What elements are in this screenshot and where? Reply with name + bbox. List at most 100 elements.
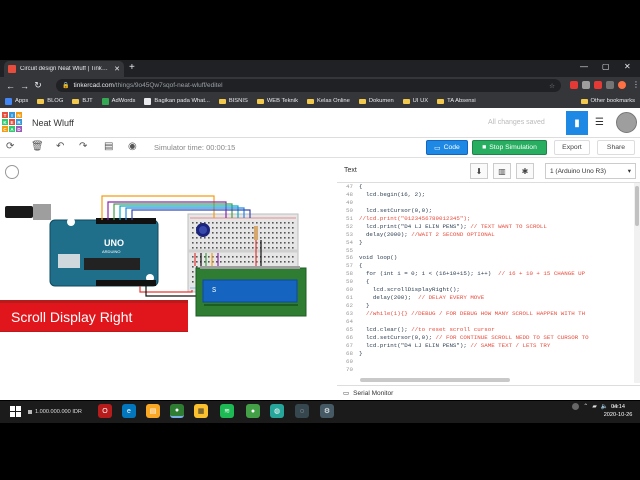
code-line[interactable]: lcd.print("D4 LJ ELIN PENS"); // SAME TE… <box>359 342 634 350</box>
debugger-bug-icon[interactable]: ✱ <box>516 163 534 179</box>
stop-simulation-button[interactable]: ■ Stop Simulation <box>472 140 547 155</box>
app-icon-messenger[interactable]: ◍ <box>270 404 284 418</box>
extension-icon[interactable] <box>594 81 602 89</box>
code-line[interactable]: void loop() <box>359 254 634 262</box>
new-tab-icon[interactable]: + <box>129 62 135 74</box>
code-line[interactable]: lcd.clear(); //to reset scroll cursor <box>359 326 634 334</box>
line-number: 50 <box>346 206 353 214</box>
redo-icon[interactable]: ↷ <box>79 141 87 152</box>
project-name[interactable]: Neat Wluff <box>32 118 74 128</box>
code-line[interactable]: lcd.setCursor(0,0); <box>359 207 634 215</box>
bookmark-item[interactable]: Kelas Online <box>306 98 350 104</box>
currency-ticker[interactable]: 1.000.000.000 IDR <box>28 405 92 418</box>
code-horizontal-scrollbar[interactable] <box>360 378 510 382</box>
lcd-display[interactable]: S <box>195 266 307 317</box>
tray-icon[interactable] <box>572 403 580 410</box>
forward-icon[interactable]: → <box>20 81 29 91</box>
app-icon-spotify[interactable]: ≋ <box>220 404 234 418</box>
code-line[interactable]: } <box>359 350 634 358</box>
code-line[interactable] <box>359 318 634 326</box>
browser-tab[interactable]: Circuit design Neat Wluff | Tinkercad ✕ <box>4 61 124 77</box>
code-line[interactable]: delay(200); // DELAY EVERY MOVE <box>359 294 634 302</box>
code-line[interactable]: //lcd.print("0123456789012345"); <box>359 215 634 223</box>
code-line[interactable]: lcd.print("D4 LJ ELIN PENS"); // TEXT WA… <box>359 223 634 231</box>
bookmark-item[interactable]: Apps <box>5 97 28 105</box>
close-window-icon[interactable]: ✕ <box>624 62 631 71</box>
code-line[interactable]: lcd.begin(16, 2); <box>359 191 634 199</box>
app-icon-chrome-profile[interactable]: ● <box>246 404 260 418</box>
avatar[interactable] <box>616 112 637 133</box>
code-line[interactable]: lcd.scrollDisplayRight(); <box>359 286 634 294</box>
code-line[interactable]: for (int i = 0; i < (16+10+15); i++) // … <box>359 270 634 278</box>
code-line[interactable]: delay(2000); //WAIT 2 SECOND OPTIONAL <box>359 231 634 239</box>
app-icon-chrome[interactable]: ● <box>170 404 184 418</box>
notes-icon[interactable]: ▤ <box>104 141 113 152</box>
extension-icon[interactable] <box>606 81 614 89</box>
code-button[interactable]: ▭ Code <box>426 140 468 155</box>
code-line[interactable]: lcd.setCursor(0,0); // FOR CONTINUE SCRO… <box>359 334 634 342</box>
taskbar-clock[interactable]: 04:14 2020-10-26 <box>600 403 636 419</box>
extension-icon[interactable] <box>582 81 590 89</box>
address-bar[interactable]: 🔒 tinkercad.com/things/9o45Qw7sqof-neat-… <box>56 79 561 92</box>
other-bookmarks[interactable]: Other bookmarks <box>576 94 635 108</box>
app-icon-obs[interactable]: ◌ <box>295 404 309 418</box>
code-editor[interactable]: 47 48 49 50 51 52 53 54 55 56 57 58 59 60 61 62 63 64 65 66… <box>337 183 634 385</box>
app-icon-explorer[interactable]: ▤ <box>146 404 160 418</box>
resistor[interactable] <box>254 226 258 240</box>
schematic-view-button[interactable]: ▮ <box>566 111 588 135</box>
device-select[interactable]: 1 (Arduino Uno R3) ▾ <box>545 163 636 179</box>
reload-icon[interactable]: ↻ <box>34 80 42 91</box>
code-line[interactable]: { <box>359 278 634 286</box>
code-scrollbar-thumb[interactable] <box>635 186 639 226</box>
breadboard-hole <box>288 242 290 244</box>
arduino-board[interactable]: UNO ARDUINO <box>49 218 159 287</box>
share-button[interactable]: Share <box>597 140 635 155</box>
tinkercad-logo[interactable]: TIN KER CAD <box>2 112 22 132</box>
serial-monitor-toggle[interactable]: ▭ Serial Monitor <box>337 385 640 400</box>
delete-icon[interactable]: 🗑 <box>31 141 44 152</box>
chrome-menu-icon[interactable]: ⋮ <box>632 80 640 89</box>
minimize-icon[interactable]: — <box>580 62 588 71</box>
library-icon[interactable]: ▥ <box>493 163 511 179</box>
code-line[interactable] <box>359 358 634 366</box>
line-number: 55 <box>346 246 353 254</box>
code-line[interactable] <box>359 199 634 207</box>
export-button[interactable]: Export <box>554 140 590 155</box>
app-icon-sticky-notes[interactable]: ▦ <box>194 404 208 418</box>
back-icon[interactable]: ← <box>6 81 15 91</box>
code-line[interactable]: //while(1){} //DEBUG / FOR DEBUG HOW MAN… <box>359 310 634 318</box>
app-icon-settings[interactable]: ⚙ <box>320 404 334 418</box>
network-icon[interactable]: ▰ <box>592 403 597 410</box>
chevron-up-icon[interactable]: ⌃ <box>583 403 588 410</box>
component-list-icon[interactable]: ☰ <box>595 117 604 128</box>
windows-start-icon[interactable] <box>10 406 21 417</box>
potentiometer[interactable] <box>196 223 210 237</box>
code-line[interactable]: } <box>359 239 634 247</box>
app-icon-opera[interactable]: O <box>98 404 112 418</box>
bookmark-item[interactable]: AdWords <box>101 97 135 105</box>
bookmark-item[interactable]: BISNIS <box>218 98 248 104</box>
eye-icon[interactable]: ◉ <box>128 141 137 152</box>
code-line[interactable]: } <box>359 302 634 310</box>
bookmark-item[interactable]: BLOG <box>37 98 63 104</box>
code-line[interactable]: { <box>359 262 634 270</box>
bookmark-item[interactable]: Dokumen <box>358 98 394 104</box>
undo-icon[interactable]: ↶ <box>56 141 64 152</box>
close-tab-icon[interactable]: ✕ <box>114 65 120 73</box>
code-line[interactable] <box>359 247 634 255</box>
download-icon[interactable]: ⬇ <box>470 163 488 179</box>
code-line[interactable]: { <box>359 183 634 191</box>
bookmark-star-icon[interactable]: ☆ <box>549 82 555 90</box>
bookmark-item[interactable]: BJT <box>72 98 93 104</box>
editor-mode-label[interactable]: Text <box>344 167 357 174</box>
bookmark-item[interactable]: Bagikan pada What... <box>144 97 210 105</box>
rotate-icon[interactable]: ⟳ <box>6 141 14 152</box>
code-line[interactable] <box>359 366 634 374</box>
profile-icon[interactable] <box>618 81 626 89</box>
bookmark-item[interactable]: TA Absensi <box>437 98 476 104</box>
extension-icon[interactable] <box>570 81 578 89</box>
app-icon-edge[interactable]: e <box>122 404 136 418</box>
bookmark-item[interactable]: UI UX <box>402 98 428 104</box>
maximize-icon[interactable]: ▢ <box>602 62 610 71</box>
bookmark-item[interactable]: WEB Teknik <box>256 98 298 104</box>
